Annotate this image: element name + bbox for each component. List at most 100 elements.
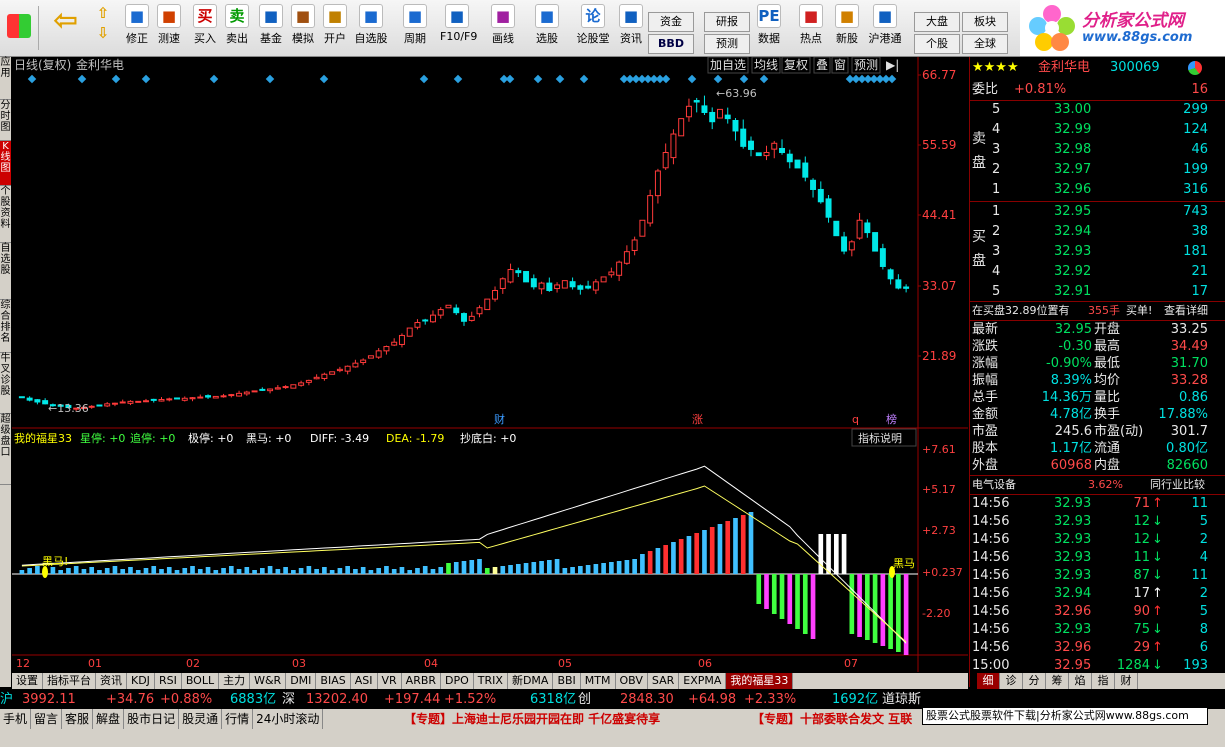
candle-body-33	[267, 388, 274, 392]
buy-row-1[interactable]: 1 32.95 743	[970, 203, 1225, 221]
quote-tab-3[interactable]: 分	[1023, 673, 1046, 689]
board-button[interactable]: 板块	[962, 12, 1008, 32]
quote-tab-1[interactable]: 细	[977, 673, 1000, 689]
buy-row-2[interactable]: 2 32.94 38	[970, 223, 1225, 241]
sell-row-3[interactable]: 3 32.98 46	[970, 141, 1225, 159]
news-button[interactable]: ■ 资讯	[614, 4, 648, 52]
screen-button[interactable]: ■ 选股	[530, 4, 564, 52]
indicator-tab-12[interactable]: VR	[378, 673, 402, 689]
signal-diamond-11	[505, 74, 515, 84]
status-item-7[interactable]: 行情	[222, 709, 254, 729]
pe-button[interactable]: PE 数据	[752, 4, 786, 52]
macd-bar-40	[322, 567, 327, 574]
status-item-4[interactable]: 解盘	[93, 709, 125, 729]
macd-bar-67	[531, 562, 537, 574]
left-tab-2[interactable]: 分时图	[0, 100, 11, 141]
hot-button[interactable]: ■ 热点	[794, 4, 828, 52]
tick-count: 11	[1191, 568, 1208, 583]
left-tab-7[interactable]: 牛叉诊股	[0, 353, 11, 414]
indicator-tab-5[interactable]: RSI	[155, 673, 182, 689]
indicator-tab-6[interactable]: BOLL	[182, 673, 220, 689]
left-tab-8[interactable]: 超级盘口	[0, 414, 11, 485]
indicator-tab-9[interactable]: DMI	[286, 673, 317, 689]
news-ticker-1[interactable]: 【专题】上海迪士尼乐园开园在即 千亿盛宴待享	[404, 709, 660, 729]
status-item-6[interactable]: 股灵通	[179, 709, 223, 729]
new-stock-button[interactable]: ■ 新股	[830, 4, 864, 52]
macd-bar-49	[391, 569, 397, 574]
hk-connect-button[interactable]: ■ 沪港通	[868, 4, 902, 52]
sell-row-2[interactable]: 2 32.97 199	[970, 161, 1225, 179]
position-row[interactable]: 在买盘32.89位置有 355手 买单! 查看详细	[970, 302, 1225, 320]
indicator-tab-22[interactable]: 我的福星33	[726, 673, 794, 689]
indicator-tab-17[interactable]: BBI	[553, 673, 581, 689]
indicator-tab-11[interactable]: ASI	[351, 673, 378, 689]
indicator-tab-3[interactable]: 资讯	[96, 673, 127, 689]
updown-button[interactable]: ⇧ ⇩	[88, 4, 118, 52]
indicator-tab-7[interactable]: 主力	[219, 673, 251, 689]
left-tab-5[interactable]: 自选股	[0, 243, 11, 300]
quote-tab-5[interactable]: 焰	[1069, 673, 1092, 689]
left-tab-6[interactable]: 综合排名	[0, 300, 11, 353]
status-item-1[interactable]: 手机	[0, 709, 32, 729]
global-button[interactable]: 全球	[962, 34, 1008, 54]
sell-button[interactable]: 卖卖出	[220, 4, 254, 52]
quote-tab-6[interactable]: 指	[1092, 673, 1115, 689]
sell-row-4[interactable]: 4 32.99 124	[970, 121, 1225, 139]
quote-tab-2[interactable]: 诊	[1000, 673, 1023, 689]
buy-button[interactable]: 买买入	[188, 4, 222, 52]
sell-row-1[interactable]: 1 32.96 316	[970, 181, 1225, 199]
fund-button[interactable]: ■ 基金	[254, 4, 288, 52]
left-tab-3[interactable]: K线图	[0, 141, 11, 186]
buy-row-4[interactable]: 4 32.92 21	[970, 263, 1225, 281]
status-item-5[interactable]: 股市日记	[124, 709, 180, 729]
macd-bar-9	[81, 569, 87, 574]
indicator-tab-13[interactable]: ARBR	[402, 673, 442, 689]
market-button[interactable]: 大盘	[914, 12, 960, 32]
clock-button[interactable]: ■ 周期	[398, 4, 432, 52]
quote-tab-7[interactable]: 财	[1115, 673, 1138, 689]
research-button[interactable]: 研报	[704, 12, 750, 32]
indicator-tab-8[interactable]: W&R	[250, 673, 287, 689]
app-menu-button[interactable]	[4, 4, 34, 52]
indicator-tab-10[interactable]: BIAS	[316, 673, 351, 689]
forum-button[interactable]: 论论股堂	[576, 4, 610, 52]
pie-chart-icon[interactable]	[1188, 61, 1202, 75]
indicator-tab-15[interactable]: TRIX	[474, 673, 508, 689]
macd-bar-34	[275, 569, 281, 574]
kline-chart-svg[interactable]: 日线(复权) 金利华电 加自选 均线 复权叠窗预测 ▶| 66.77 55.59 44.41 33…	[12, 56, 968, 672]
indicator-tab-1[interactable]: 设置	[12, 673, 43, 689]
back-button[interactable]: ⇦	[44, 4, 84, 52]
kline-chart-panel[interactable]: 日线(复权) 金利华电 加自选 均线 复权叠窗预测 ▶| 66.77 55.59 44.41 33…	[12, 56, 968, 672]
indicator-tab-16[interactable]: 新DMA	[508, 673, 554, 689]
status-item-8[interactable]: 24小时滚动	[253, 709, 324, 729]
indicator-tab-19[interactable]: OBV	[616, 673, 648, 689]
star-list-button[interactable]: ■ 自选股	[354, 4, 388, 52]
indicator-tab-18[interactable]: MTM	[581, 673, 616, 689]
indicator-tab-4[interactable]: KDJ	[127, 673, 155, 689]
up-down-arrows-button[interactable]: ■ 修正	[120, 4, 154, 52]
left-tab-1[interactable]: 应用	[0, 57, 11, 100]
status-item-2[interactable]: 留言	[31, 709, 63, 729]
pen-button[interactable]: ■ 画线	[486, 4, 520, 52]
left-tab-4[interactable]: 个股资料	[0, 186, 11, 243]
fund-button[interactable]: 资金	[648, 12, 694, 32]
stock-button[interactable]: 个股	[914, 34, 960, 54]
indicator-tab-20[interactable]: SAR	[648, 673, 680, 689]
lock-button[interactable]: ■ 开户	[318, 4, 352, 52]
buy-row-5[interactable]: 5 32.91 17	[970, 283, 1225, 301]
speed-button[interactable]: ■ 测速	[152, 4, 186, 52]
buy-row-3[interactable]: 3 32.93 181	[970, 243, 1225, 261]
bbd-button[interactable]: BBD	[648, 34, 694, 54]
hammer-button[interactable]: ■ 模拟	[286, 4, 320, 52]
status-item-3[interactable]: 客服	[62, 709, 94, 729]
news-ticker-2[interactable]: 【专题】十部委联合发文 互联	[752, 709, 912, 729]
forecast-button[interactable]: 预测	[704, 34, 750, 54]
buy-level: 4	[992, 264, 1001, 279]
quote-tab-4[interactable]: 筹	[1046, 673, 1069, 689]
sell-row-5[interactable]: 5 33.00 299	[970, 101, 1225, 119]
indicator-tab-21[interactable]: EXPMA	[679, 673, 727, 689]
indicator-tab-2[interactable]: 指标平台	[43, 673, 96, 689]
indicator-tab-14[interactable]: DPO	[441, 673, 474, 689]
f10-button[interactable]: ■ F10/F9	[440, 4, 477, 52]
industry-row[interactable]: 电气设备 3.62% 同行业比较	[970, 476, 1225, 494]
